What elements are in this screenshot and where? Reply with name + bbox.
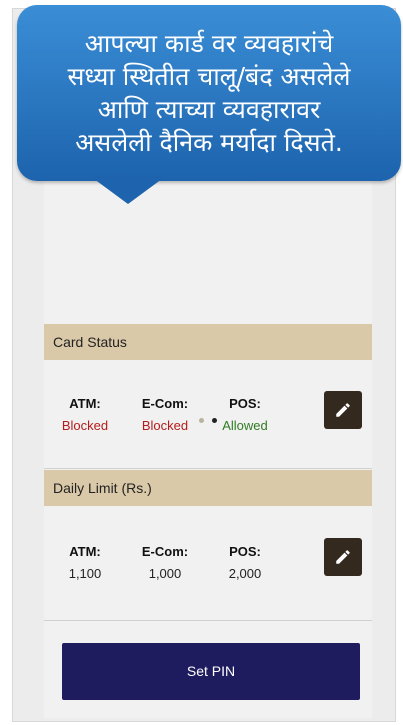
help-callout-text: आपल्या कार्ड वर व्यवहारांचे सध्या स्थिती… (67, 29, 351, 157)
atm-label: ATM: (69, 544, 101, 559)
callout-pointer (90, 176, 166, 204)
set-pin-button[interactable]: Set PIN (62, 643, 360, 700)
edit-daily-limit-button[interactable] (324, 538, 362, 576)
atm-status: ATM: Blocked (50, 396, 120, 433)
divider (44, 468, 372, 469)
atm-status-value: Blocked (61, 418, 109, 433)
pos-label: POS: (229, 544, 261, 559)
daily-limit-header: Daily Limit (Rs.) (44, 470, 372, 506)
pos-label: POS: (229, 396, 261, 411)
divider (44, 620, 372, 621)
ecom-limit-value: 1,000 (148, 566, 182, 581)
card-details-panel: Card Status ATM: Blocked E-Com: Blocked … (44, 138, 372, 718)
help-callout: आपल्या कार्ड वर व्यवहारांचे सध्या स्थिती… (17, 5, 401, 181)
atm-label: ATM: (69, 396, 101, 411)
pencil-icon (336, 550, 350, 564)
ecom-limit: E-Com: 1,000 (130, 544, 200, 581)
ecom-label: E-Com: (141, 544, 189, 559)
edit-card-status-button[interactable] (324, 391, 362, 429)
pos-status-value: Allowed (222, 418, 268, 433)
ecom-label: E-Com: (141, 396, 189, 411)
atm-limit-value: 1,100 (68, 566, 102, 581)
pos-limit: POS: 2,000 (210, 544, 280, 581)
pos-status: POS: Allowed (210, 396, 280, 433)
ecom-status: E-Com: Blocked (130, 396, 200, 433)
ecom-status-value: Blocked (141, 418, 189, 433)
pencil-icon (336, 403, 350, 417)
card-status-header: Card Status (44, 324, 372, 360)
pos-limit-value: 2,000 (228, 566, 262, 581)
atm-limit: ATM: 1,100 (50, 544, 120, 581)
